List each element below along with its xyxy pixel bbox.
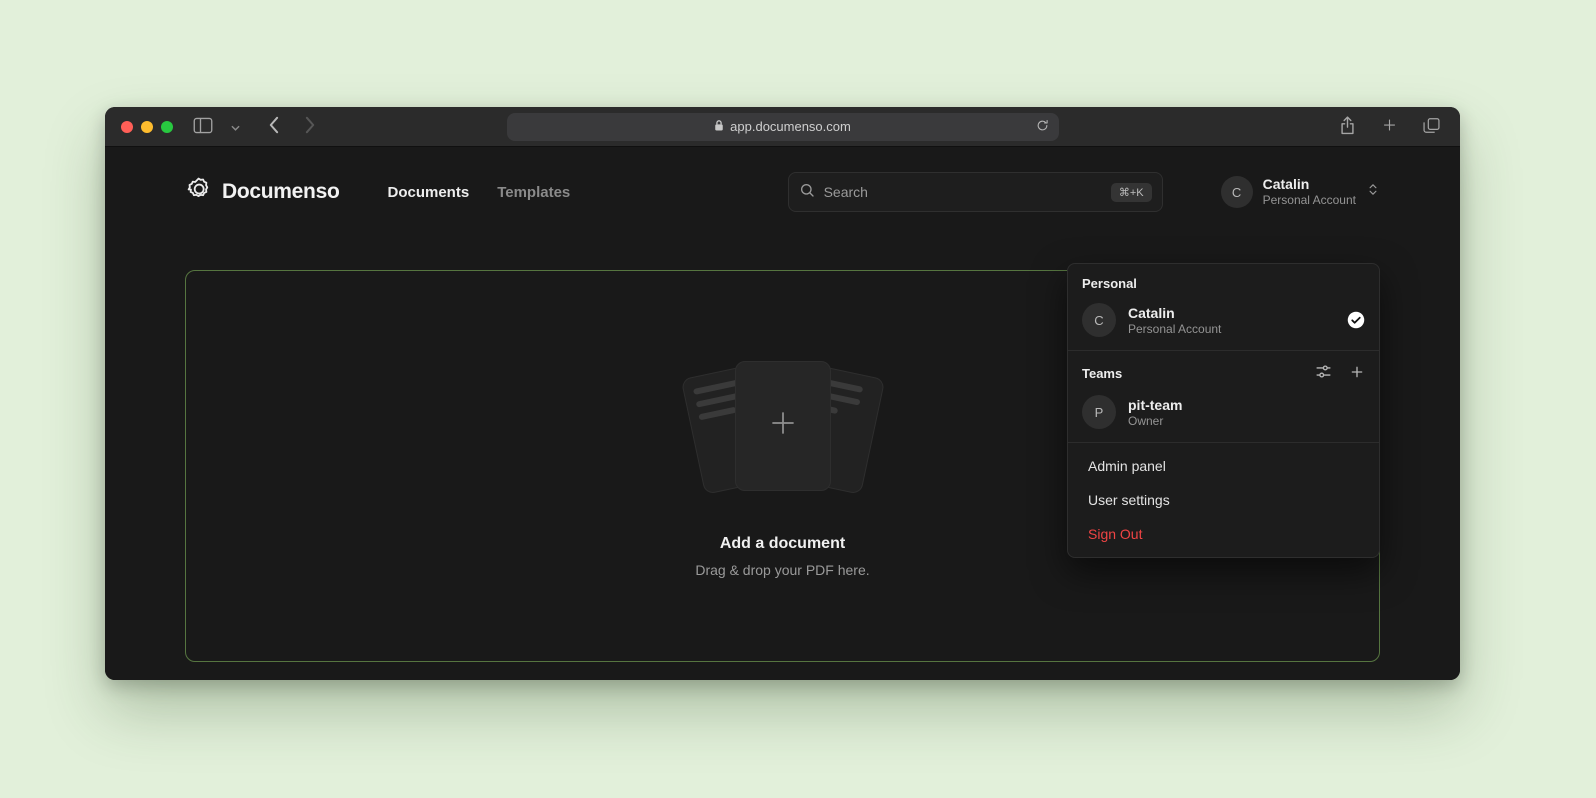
share-button[interactable]	[1337, 113, 1358, 140]
sidebar-chevron-button[interactable]	[229, 117, 242, 136]
search-input[interactable]	[824, 184, 1102, 200]
plus-icon	[1382, 118, 1397, 136]
account-type: Personal Account	[1263, 193, 1356, 208]
logo-seal-icon	[185, 176, 212, 208]
toolbar-right-group	[1337, 113, 1442, 140]
teams-actions	[1315, 363, 1365, 383]
team-name: pit-team	[1128, 396, 1182, 414]
account-name: Catalin	[1263, 176, 1356, 194]
dropdown-section-teams-label: Teams	[1082, 366, 1122, 381]
brand-name: Documenso	[222, 180, 340, 204]
personal-account-text: Catalin Personal Account	[1128, 304, 1221, 336]
app-header: Documenso Documents Templates ⌘+K C Cata…	[185, 147, 1380, 237]
team-role: Owner	[1128, 414, 1182, 428]
card-line	[698, 406, 736, 420]
chevron-right-icon	[305, 116, 316, 137]
dropdown-item-team[interactable]: P pit-team Owner	[1068, 389, 1379, 442]
new-tab-button[interactable]	[1380, 116, 1399, 138]
toolbar-left-group	[191, 114, 318, 139]
search-icon	[799, 182, 815, 203]
window-controls	[121, 121, 173, 133]
dropdown-section-personal-label: Personal	[1068, 264, 1379, 297]
nav-item-templates[interactable]: Templates	[497, 184, 570, 201]
tabs-icon	[1423, 117, 1440, 136]
dropdown-section-teams: Teams	[1068, 351, 1379, 389]
dropdown-item-personal-account[interactable]: C Catalin Personal Account	[1068, 297, 1379, 350]
menu-item-sign-out[interactable]: Sign Out	[1068, 517, 1379, 551]
dropdown-menu-items: Admin panel User settings Sign Out	[1068, 443, 1379, 557]
share-icon	[1339, 115, 1356, 138]
address-bar[interactable]: app.documenso.com	[507, 113, 1059, 141]
app-content: Documenso Documents Templates ⌘+K C Cata…	[105, 147, 1460, 680]
dropzone-title: Add a document	[720, 535, 845, 553]
personal-account-name: Catalin	[1128, 304, 1221, 322]
nav-item-documents[interactable]: Documents	[388, 184, 470, 201]
avatar: C	[1221, 176, 1253, 208]
refresh-button[interactable]	[1034, 117, 1051, 137]
chevrons-up-down-icon	[1366, 182, 1380, 202]
plus-icon	[1349, 364, 1365, 383]
cards-illustration	[676, 355, 890, 501]
brand-logo[interactable]: Documenso	[185, 176, 340, 208]
sidebar-icon	[193, 117, 213, 137]
manage-teams-button[interactable]	[1315, 363, 1332, 383]
sliders-icon	[1315, 363, 1332, 383]
search-box[interactable]: ⌘+K	[788, 172, 1163, 212]
menu-item-user-settings[interactable]: User settings	[1068, 483, 1379, 517]
refresh-icon	[1036, 119, 1049, 135]
create-team-button[interactable]	[1349, 364, 1365, 383]
avatar: C	[1082, 303, 1116, 337]
tab-overview-button[interactable]	[1421, 115, 1442, 138]
menu-item-admin-panel[interactable]: Admin panel	[1068, 449, 1379, 483]
avatar: P	[1082, 395, 1116, 429]
card-front	[735, 361, 831, 491]
sidebar-toggle-button[interactable]	[191, 115, 215, 139]
dropzone-subtitle: Drag & drop your PDF here.	[695, 562, 869, 578]
browser-window: app.documenso.com	[105, 107, 1460, 680]
close-window-button[interactable]	[121, 121, 133, 133]
forward-button[interactable]	[303, 114, 318, 139]
search-shortcut-badge: ⌘+K	[1111, 183, 1152, 202]
back-button[interactable]	[266, 114, 281, 139]
account-text: Catalin Personal Account	[1263, 176, 1356, 209]
browser-titlebar: app.documenso.com	[105, 107, 1460, 147]
minimize-window-button[interactable]	[141, 121, 153, 133]
team-text: pit-team Owner	[1128, 396, 1182, 428]
plus-icon	[768, 408, 798, 443]
account-menu-button[interactable]: C Catalin Personal Account	[1221, 176, 1380, 209]
url-text: app.documenso.com	[730, 119, 851, 134]
personal-account-type: Personal Account	[1128, 322, 1221, 336]
main-nav: Documents Templates	[388, 184, 571, 201]
chevron-left-icon	[268, 116, 279, 137]
lock-icon	[714, 119, 724, 135]
chevron-down-icon	[231, 119, 240, 134]
account-dropdown-menu: Personal C Catalin Personal Account Team…	[1067, 263, 1380, 558]
check-circle-icon	[1347, 311, 1365, 329]
zoom-window-button[interactable]	[161, 121, 173, 133]
